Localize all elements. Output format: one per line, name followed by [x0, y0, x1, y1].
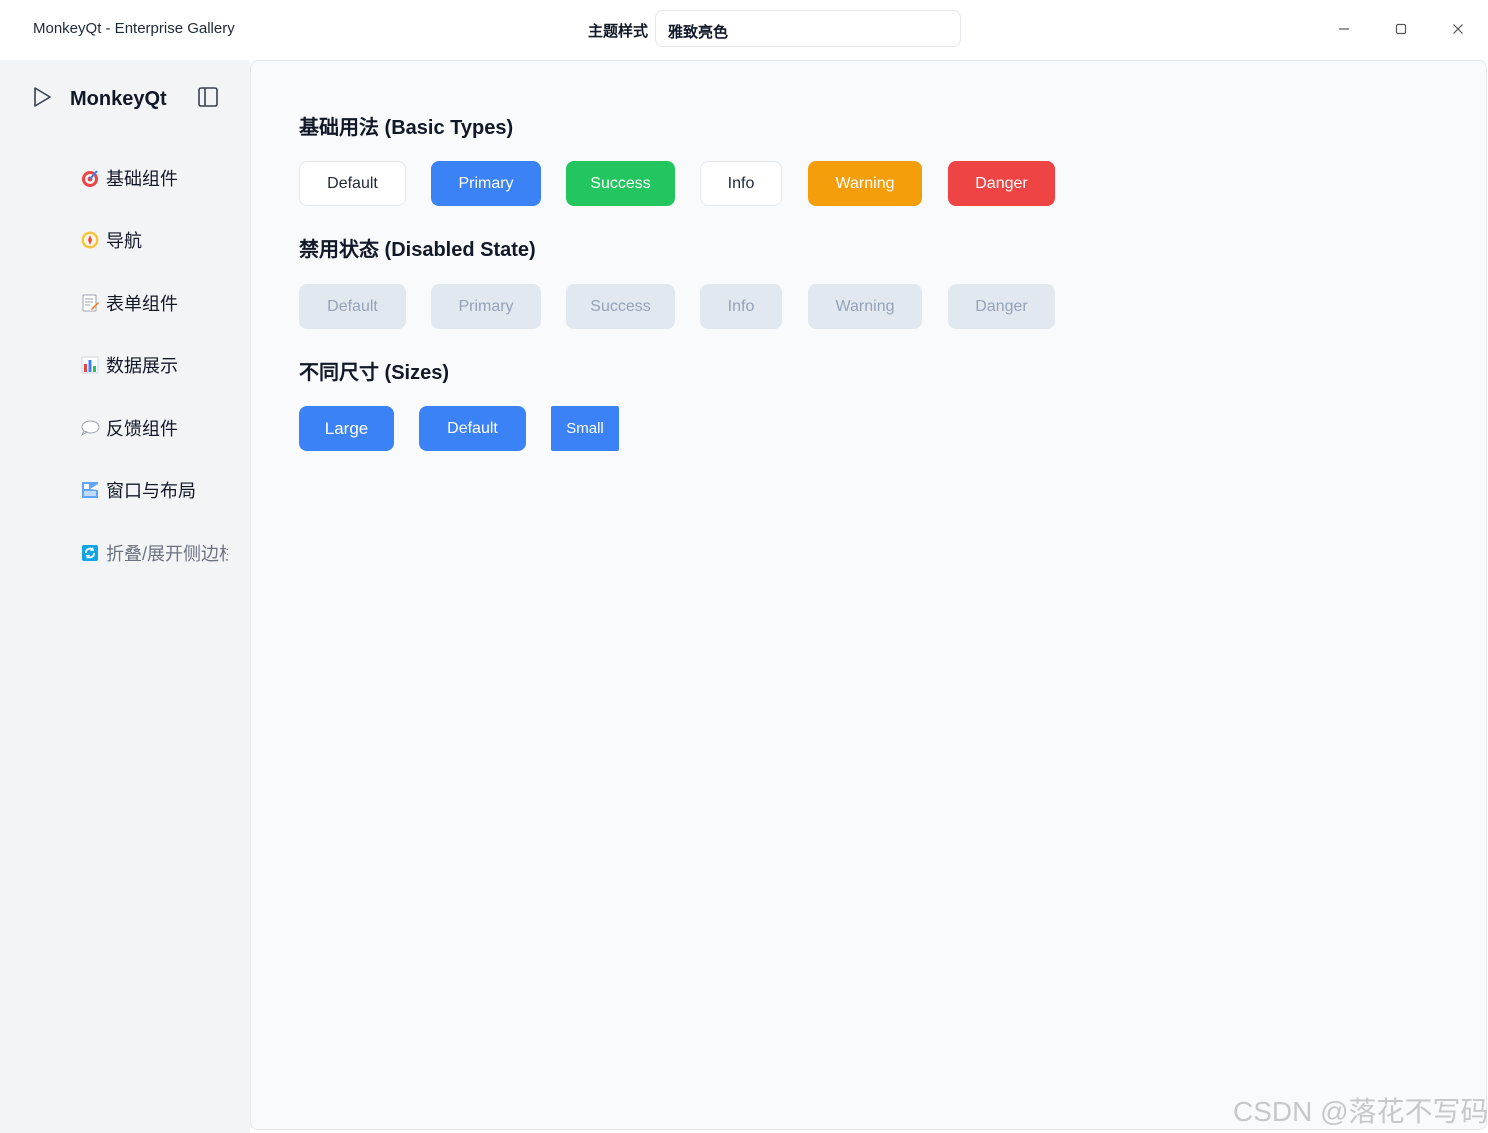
main-content: 基础用法 (Basic Types) Default Primary Succe…	[250, 60, 1487, 1130]
compass-icon	[80, 230, 100, 250]
sidebar-item-label: 表单组件	[106, 294, 178, 314]
danger-button[interactable]: Danger	[948, 161, 1055, 206]
warning-button[interactable]: Warning	[808, 161, 922, 206]
section-title-disabled: 禁用状态 (Disabled State)	[299, 239, 536, 261]
sidebar-item-window-layout[interactable]: 窗口与布局	[80, 475, 240, 505]
sidebar-item-data-display[interactable]: 数据展示	[80, 350, 240, 380]
close-icon	[1453, 24, 1463, 34]
sidebar-toggle-button[interactable]	[197, 86, 219, 113]
info-button[interactable]: Info	[700, 161, 782, 206]
sidebar-item-feedback[interactable]: 反馈组件	[80, 413, 240, 443]
target-icon	[80, 168, 100, 188]
disabled-info-button: Info	[700, 284, 782, 329]
sidebar-item-label: 反馈组件	[106, 419, 178, 439]
window-title: MonkeyQt - Enterprise Gallery	[33, 20, 235, 37]
disabled-danger-button: Danger	[948, 284, 1055, 329]
sidebar-panel-icon	[198, 87, 218, 107]
disabled-default-button: Default	[299, 284, 406, 329]
theme-label: 主题样式	[588, 23, 649, 40]
sidebar-item-navigation[interactable]: 导航	[80, 225, 240, 255]
section-title-sizes: 不同尺寸 (Sizes)	[299, 362, 450, 384]
maximize-button[interactable]	[1386, 14, 1416, 44]
sidebar-item-label: 窗口与布局	[106, 481, 196, 501]
default-button[interactable]: Default	[299, 161, 406, 206]
brand-name: MonkeyQt	[70, 88, 167, 110]
sidebar-item-collapse[interactable]: 折叠/展开侧边栏	[80, 538, 228, 568]
large-button[interactable]: Large	[299, 406, 394, 451]
theme-select[interactable]: 雅致亮色	[655, 10, 961, 47]
close-button[interactable]	[1443, 14, 1473, 44]
window-icon	[80, 480, 100, 500]
refresh-icon	[80, 543, 100, 563]
sidebar-item-basic[interactable]: 基础组件	[80, 163, 240, 193]
play-button[interactable]	[30, 85, 54, 114]
primary-button[interactable]: Primary	[431, 161, 541, 206]
maximize-icon	[1395, 23, 1407, 35]
sidebar-item-forms[interactable]: 表单组件	[80, 288, 240, 318]
memo-icon	[80, 293, 100, 313]
disabled-primary-button: Primary	[431, 284, 541, 329]
sidebar-item-label: 导航	[106, 231, 142, 251]
sidebar-item-label: 折叠/展开侧边栏	[106, 544, 228, 564]
disabled-success-button: Success	[566, 284, 675, 329]
success-button[interactable]: Success	[566, 161, 675, 206]
sidebar-item-label: 数据展示	[106, 356, 178, 376]
speech-bubble-icon	[80, 418, 100, 438]
disabled-warning-button: Warning	[808, 284, 922, 329]
default-size-button[interactable]: Default	[419, 406, 526, 451]
sidebar-item-label: 基础组件	[106, 169, 178, 189]
sidebar: MonkeyQt 基础组件 导航 表单组件 数据展示 反馈组件 窗口与布局 折叠…	[0, 60, 250, 1133]
play-icon	[34, 87, 51, 107]
bar-chart-icon	[80, 355, 100, 375]
title-bar: MonkeyQt - Enterprise Gallery 主题样式 雅致亮色	[0, 0, 1488, 60]
small-button[interactable]: Small	[551, 406, 619, 451]
watermark: CSDN @落花不写码	[1233, 1096, 1488, 1127]
minimize-button[interactable]	[1329, 14, 1359, 44]
section-title-basic: 基础用法 (Basic Types)	[299, 117, 514, 139]
minimize-icon	[1339, 28, 1349, 30]
